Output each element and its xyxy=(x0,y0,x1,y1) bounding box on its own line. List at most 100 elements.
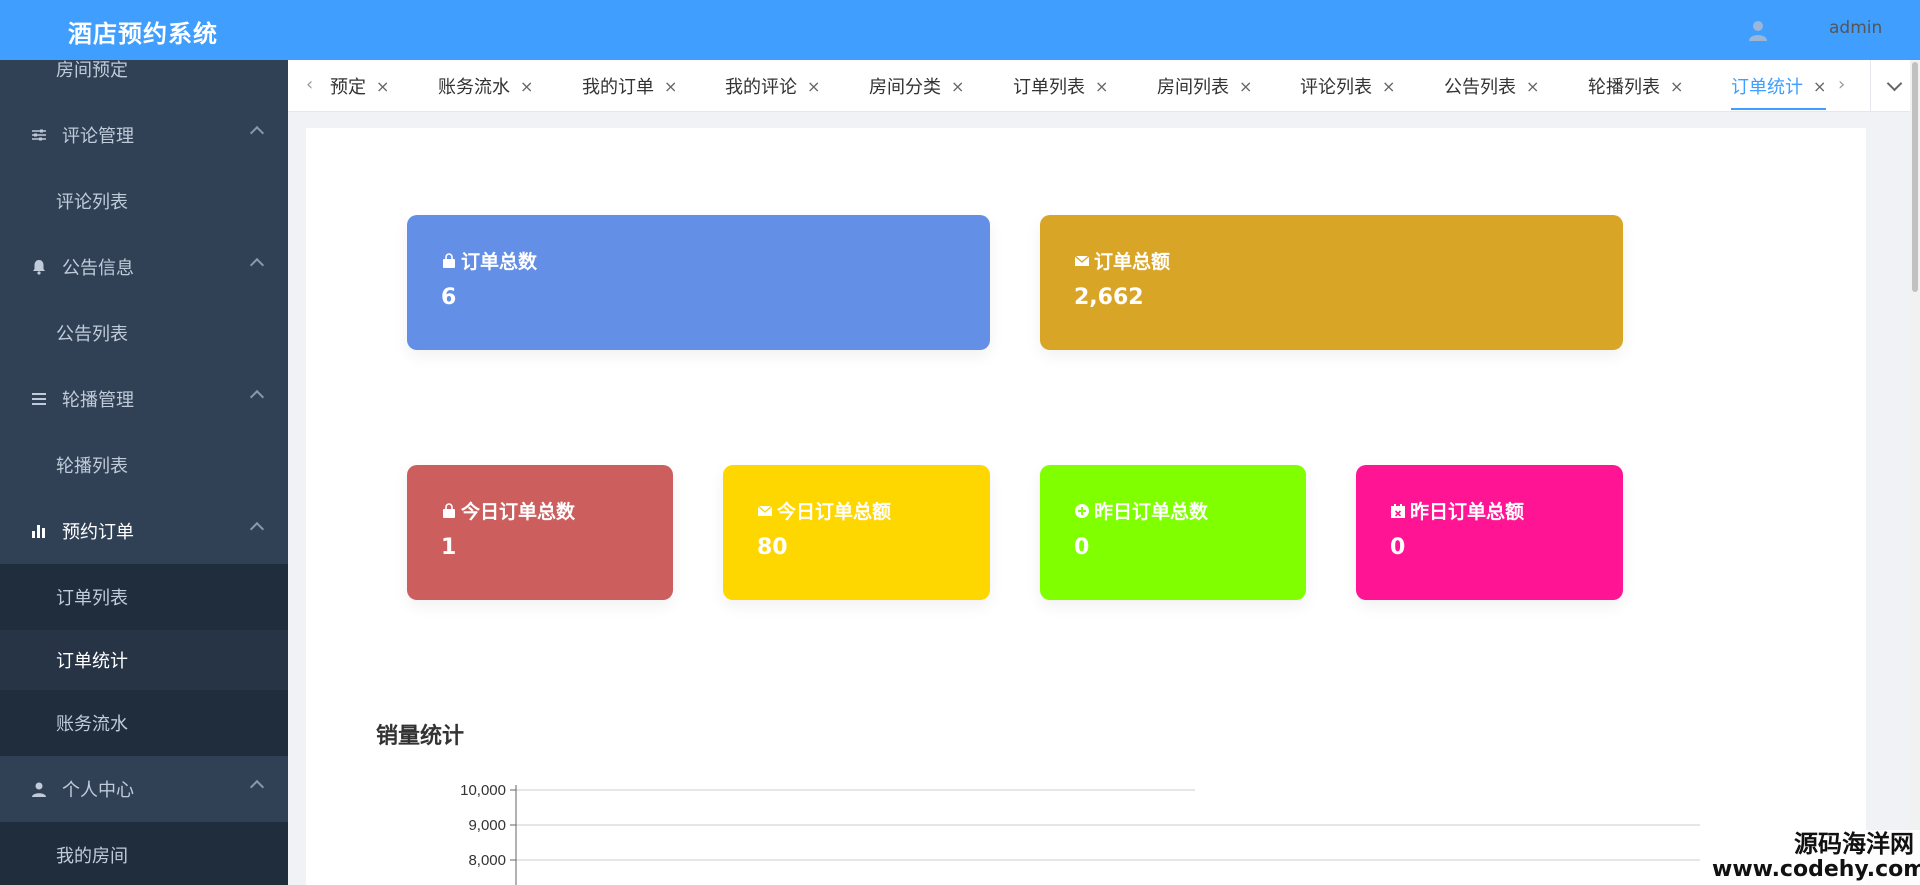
y-tick-label: 8,000 xyxy=(468,852,506,869)
sidebar-group-personal-center[interactable]: 个人中心 xyxy=(0,756,288,822)
tab-label: 账务流水 xyxy=(438,77,510,98)
stat-value: 1 xyxy=(441,535,457,560)
sales-chart: 10,000 9,000 8,000 xyxy=(460,782,1700,885)
sidebar-group-notices[interactable]: 公告信息 xyxy=(0,234,288,300)
sales-section-title: 销量统计 xyxy=(376,724,465,749)
sidebar-item-label: 房间预定 xyxy=(56,60,128,81)
tabs-next-icon[interactable]: › xyxy=(1838,74,1845,95)
tab-booking[interactable]: 预定 × xyxy=(330,60,389,112)
bell-icon xyxy=(30,258,48,276)
bag-icon xyxy=(443,502,455,518)
tab-label: 订单统计 xyxy=(1731,77,1803,98)
sidebar-item-label: 评论管理 xyxy=(62,126,134,147)
tab-room-category[interactable]: 房间分类 × xyxy=(869,60,964,112)
sidebar-item-label: 公告列表 xyxy=(56,324,128,345)
sidebar-item-order-stats[interactable]: 订单统计 xyxy=(0,630,288,690)
tab-my-comments[interactable]: 我的评论 × xyxy=(725,60,820,112)
stat-value: 80 xyxy=(757,535,788,560)
sidebar-group-carousel[interactable]: 轮播管理 xyxy=(0,366,288,432)
stat-label: 昨日订单总额 xyxy=(1410,501,1525,523)
page-scrollbar[interactable] xyxy=(1910,60,1920,885)
sidebar-item-label: 我的房间 xyxy=(56,846,128,867)
envelope-icon xyxy=(757,504,773,516)
sidebar-item-ledger[interactable]: 账务流水 xyxy=(0,690,288,756)
close-icon[interactable]: × xyxy=(1670,77,1683,96)
y-tick-label: 10,000 xyxy=(460,782,506,799)
sidebar-item-notice-list[interactable]: 公告列表 xyxy=(0,300,288,366)
sidebar-item-comment-list[interactable]: 评论列表 xyxy=(0,168,288,234)
chevron-up-icon xyxy=(249,779,265,795)
tab-label: 房间列表 xyxy=(1157,77,1229,98)
close-icon[interactable]: × xyxy=(1239,77,1252,96)
close-icon[interactable]: × xyxy=(520,77,533,96)
sidebar-item-label: 轮播管理 xyxy=(62,390,134,411)
app-title: 酒店预约系统 xyxy=(68,20,218,48)
y-tick-label: 9,000 xyxy=(468,817,506,834)
close-icon[interactable]: × xyxy=(807,77,820,96)
sidebar-item-order-list[interactable]: 订单列表 xyxy=(0,564,288,630)
tab-order-list[interactable]: 订单列表 × xyxy=(1013,60,1108,112)
sidebar-group-booking-orders[interactable]: 预约订单 xyxy=(0,498,288,564)
tab-comment-list[interactable]: 评论列表 × xyxy=(1300,60,1395,112)
top-header: 酒店预约系统 admin xyxy=(0,0,1920,60)
close-icon[interactable]: × xyxy=(1095,77,1108,96)
tab-carousel-list[interactable]: 轮播列表 × xyxy=(1588,60,1683,112)
user-name[interactable]: admin xyxy=(1829,18,1882,38)
tab-notice-list[interactable]: 公告列表 × xyxy=(1444,60,1539,112)
close-icon[interactable]: × xyxy=(376,77,389,96)
stat-value: 0 xyxy=(1074,535,1090,560)
sidebar-group-comments[interactable]: 评论管理 xyxy=(0,102,288,168)
stat-label: 昨日订单总数 xyxy=(1094,501,1209,523)
sidebar-item-carousel-list[interactable]: 轮播列表 xyxy=(0,432,288,498)
sidebar-item-label: 轮播列表 xyxy=(56,456,128,477)
watermark-line1: 源码海洋网 xyxy=(1794,830,1914,858)
close-icon[interactable]: × xyxy=(1382,77,1395,96)
close-icon[interactable]: × xyxy=(951,77,964,96)
stat-value: 6 xyxy=(441,285,457,310)
close-icon[interactable]: × xyxy=(1813,77,1826,96)
chevron-up-icon xyxy=(249,389,265,405)
sidebar-item-label: 评论列表 xyxy=(56,192,128,213)
sidebar: 房间预定 评论管理 评论列表 公告信息 公告列表 轮播管理 轮播列表 预约订单 xyxy=(0,60,288,885)
bag-icon xyxy=(443,252,455,268)
chevron-up-icon xyxy=(249,257,265,273)
stat-card-yesterday-orders: 昨日订单总数 0 xyxy=(1040,465,1306,600)
stat-value: 2,662 xyxy=(1074,285,1144,310)
tab-label: 评论列表 xyxy=(1300,77,1372,98)
tab-order-stats[interactable]: 订单统计 × xyxy=(1731,60,1827,112)
stat-label: 订单总额 xyxy=(1094,251,1171,273)
user-icon[interactable] xyxy=(1746,18,1770,42)
stat-label: 今日订单总数 xyxy=(461,501,576,523)
scrollbar-thumb[interactable] xyxy=(1912,62,1918,292)
tab-label: 订单列表 xyxy=(1013,77,1085,98)
chevron-down-icon xyxy=(1886,75,1903,92)
sidebar-item-room-booking[interactable]: 房间预定 xyxy=(0,60,288,102)
tab-label: 房间分类 xyxy=(869,77,941,98)
tab-room-list[interactable]: 房间列表 × xyxy=(1157,60,1252,112)
stat-label: 今日订单总额 xyxy=(777,501,892,523)
sidebar-item-label: 个人中心 xyxy=(62,780,134,801)
tab-label: 我的订单 xyxy=(582,77,654,98)
tab-label: 我的评论 xyxy=(725,77,797,98)
sidebar-item-label: 公告信息 xyxy=(62,258,134,279)
person-icon xyxy=(30,780,48,798)
close-icon[interactable]: × xyxy=(664,77,677,96)
stat-card-yesterday-amount: 昨日订单总额 0 xyxy=(1356,465,1623,600)
bar-chart-icon xyxy=(30,522,48,540)
sidebar-item-label: 订单列表 xyxy=(56,588,128,609)
stat-card-today-amount: 今日订单总额 80 xyxy=(723,465,990,600)
sidebar-item-label: 账务流水 xyxy=(56,714,128,735)
tabs-prev-icon[interactable]: ‹ xyxy=(306,74,313,95)
stat-card-today-orders: 今日订单总数 1 xyxy=(407,465,673,600)
tab-ledger[interactable]: 账务流水 × xyxy=(438,60,533,112)
stat-label: 订单总数 xyxy=(461,251,538,273)
tab-my-orders[interactable]: 我的订单 × xyxy=(582,60,677,112)
watermark: 源码海洋网 www.codehy.com xyxy=(1712,830,1920,885)
sidebar-item-label: 预约订单 xyxy=(62,522,134,543)
tabs-bar: ‹ 预定 × 账务流水 × 我的订单 × 我的评论 × 房间分类 × 订单列表 … xyxy=(288,60,1920,112)
calendar-x-icon xyxy=(1391,503,1405,518)
close-icon[interactable]: × xyxy=(1526,77,1539,96)
sidebar-item-my-rooms[interactable]: 我的房间 xyxy=(0,822,288,885)
tab-label: 预定 xyxy=(330,77,366,98)
sidebar-item-label: 订单统计 xyxy=(56,651,128,672)
